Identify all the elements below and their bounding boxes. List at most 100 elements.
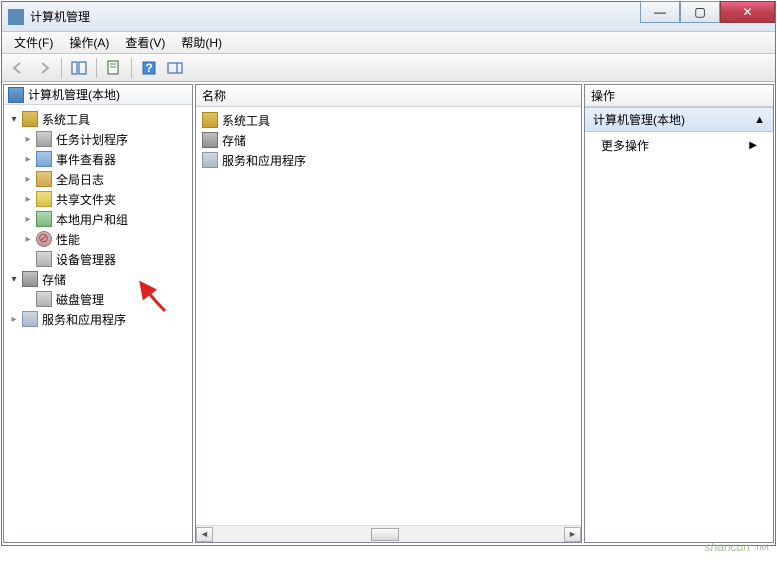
tree-node-shared-folders[interactable]: 共享文件夹 xyxy=(4,189,192,209)
tree-label: 存储 xyxy=(42,271,66,288)
list-item[interactable]: 存储 xyxy=(198,130,579,150)
scroll-right-button[interactable]: ► xyxy=(564,527,581,542)
tree-node-storage[interactable]: 存储 xyxy=(4,269,192,289)
tree-node-event-viewer[interactable]: 事件查看器 xyxy=(4,149,192,169)
list-item-label: 存储 xyxy=(222,132,246,149)
main-area: 计算机管理(本地) 系统工具 任务计划程序 事件查看器 xyxy=(2,82,775,545)
tree-label: 事件查看器 xyxy=(56,151,116,168)
tree-node-system-tools[interactable]: 系统工具 xyxy=(4,109,192,129)
properties-button[interactable] xyxy=(102,57,126,79)
actions-header: 操作 xyxy=(585,85,773,107)
tree-label: 全局日志 xyxy=(56,171,104,188)
actions-body: 计算机管理(本地) ▲ 更多操作 ▶ xyxy=(585,107,773,542)
tree-label: 系统工具 xyxy=(42,111,90,128)
center-panel: 名称 系统工具 存储 服务和应用程序 ◄ xyxy=(195,84,582,543)
toolbar-separator xyxy=(131,58,132,78)
tree-root-row[interactable]: 计算机管理(本地) xyxy=(4,85,192,105)
minimize-icon: — xyxy=(654,5,666,19)
titlebar: 计算机管理 — ▢ ✕ xyxy=(2,2,775,32)
arrow-left-icon xyxy=(10,60,26,76)
collapse-icon[interactable]: ▲ xyxy=(754,114,765,126)
storage-icon xyxy=(22,271,38,287)
menubar: 文件(F) 操作(A) 查看(V) 帮助(H) xyxy=(2,32,775,54)
tree-node-task-scheduler[interactable]: 任务计划程序 xyxy=(4,129,192,149)
disk-management-icon xyxy=(36,291,52,307)
panels-icon xyxy=(71,60,87,76)
computer-management-window: 计算机管理 — ▢ ✕ 文件(F) 操作(A) 查看(V) 帮助(H) ? xyxy=(1,1,776,546)
services-icon xyxy=(22,311,38,327)
tools-icon xyxy=(22,111,38,127)
svg-text:?: ? xyxy=(145,61,152,75)
app-icon xyxy=(8,9,24,25)
tools-icon xyxy=(202,112,218,128)
tree-node-disk-management[interactable]: 磁盘管理 xyxy=(4,289,192,309)
toolbar: ? xyxy=(2,54,775,82)
shared-folders-icon xyxy=(36,191,52,207)
action-more-label: 更多操作 xyxy=(601,137,649,154)
storage-icon xyxy=(202,132,218,148)
tree-node-performance[interactable]: 性能 xyxy=(4,229,192,249)
scroll-thumb[interactable] xyxy=(371,528,399,541)
scroll-track[interactable] xyxy=(213,527,564,542)
nav-forward-button[interactable] xyxy=(32,57,56,79)
actions-panel: 操作 计算机管理(本地) ▲ 更多操作 ▶ xyxy=(584,84,774,543)
maximize-button[interactable]: ▢ xyxy=(680,1,720,23)
chevron-right-icon: ▶ xyxy=(749,140,757,151)
tree-label: 服务和应用程序 xyxy=(42,311,126,328)
expander-icon[interactable] xyxy=(22,153,34,165)
list-item[interactable]: 服务和应用程序 xyxy=(198,150,579,170)
logs-icon xyxy=(36,171,52,187)
nav-back-button[interactable] xyxy=(6,57,30,79)
expander-icon[interactable] xyxy=(22,193,34,205)
minimize-button[interactable]: — xyxy=(640,1,680,23)
expander-icon[interactable] xyxy=(22,213,34,225)
expander-icon[interactable] xyxy=(8,313,20,325)
watermark-sub: .net xyxy=(754,542,769,552)
action-pane-icon xyxy=(167,60,183,76)
actions-section-label: 计算机管理(本地) xyxy=(593,111,685,128)
show-action-pane-button[interactable] xyxy=(163,57,187,79)
expander-icon[interactable] xyxy=(22,173,34,185)
action-more[interactable]: 更多操作 ▶ xyxy=(585,132,773,159)
help-button[interactable]: ? xyxy=(137,57,161,79)
tree-panel: 计算机管理(本地) 系统工具 任务计划程序 事件查看器 xyxy=(3,84,193,543)
expander-icon[interactable] xyxy=(22,133,34,145)
show-hide-tree-button[interactable] xyxy=(67,57,91,79)
tree-label: 任务计划程序 xyxy=(56,131,128,148)
tree-node-local-users[interactable]: 本地用户和组 xyxy=(4,209,192,229)
computer-icon xyxy=(8,87,24,103)
list-item-label: 系统工具 xyxy=(222,112,270,129)
toolbar-separator xyxy=(61,58,62,78)
close-button[interactable]: ✕ xyxy=(720,1,775,23)
center-list: 系统工具 存储 服务和应用程序 xyxy=(196,107,581,525)
menu-action[interactable]: 操作(A) xyxy=(61,32,117,53)
close-icon: ✕ xyxy=(742,5,752,19)
event-viewer-icon xyxy=(36,151,52,167)
expander-icon[interactable] xyxy=(8,273,20,285)
tree-node-device-manager[interactable]: 设备管理器 xyxy=(4,249,192,269)
expander-icon[interactable] xyxy=(22,233,34,245)
menu-file[interactable]: 文件(F) xyxy=(6,32,61,53)
menu-help[interactable]: 帮助(H) xyxy=(173,32,230,53)
tree-node-services-apps[interactable]: 服务和应用程序 xyxy=(4,309,192,329)
tree-node-global-logs[interactable]: 全局日志 xyxy=(4,169,192,189)
menu-view[interactable]: 查看(V) xyxy=(117,32,173,53)
watermark-text: shancun xyxy=(705,540,750,554)
center-column-header[interactable]: 名称 xyxy=(196,85,581,107)
task-scheduler-icon xyxy=(36,131,52,147)
scroll-left-button[interactable]: ◄ xyxy=(196,527,213,542)
horizontal-scrollbar[interactable]: ◄ ► xyxy=(196,525,581,542)
list-item-label: 服务和应用程序 xyxy=(222,152,306,169)
window-controls: — ▢ ✕ xyxy=(640,2,775,31)
properties-icon xyxy=(106,60,122,76)
tree-body: 系统工具 任务计划程序 事件查看器 全局日志 xyxy=(4,107,192,542)
list-item[interactable]: 系统工具 xyxy=(198,110,579,130)
expander-icon[interactable] xyxy=(8,113,20,125)
toolbar-separator xyxy=(96,58,97,78)
actions-section-title[interactable]: 计算机管理(本地) ▲ xyxy=(585,107,773,132)
tree-label: 本地用户和组 xyxy=(56,211,128,228)
expander-icon xyxy=(22,293,34,305)
device-manager-icon xyxy=(36,251,52,267)
performance-icon xyxy=(36,231,52,247)
tree-root-label: 计算机管理(本地) xyxy=(28,86,120,103)
